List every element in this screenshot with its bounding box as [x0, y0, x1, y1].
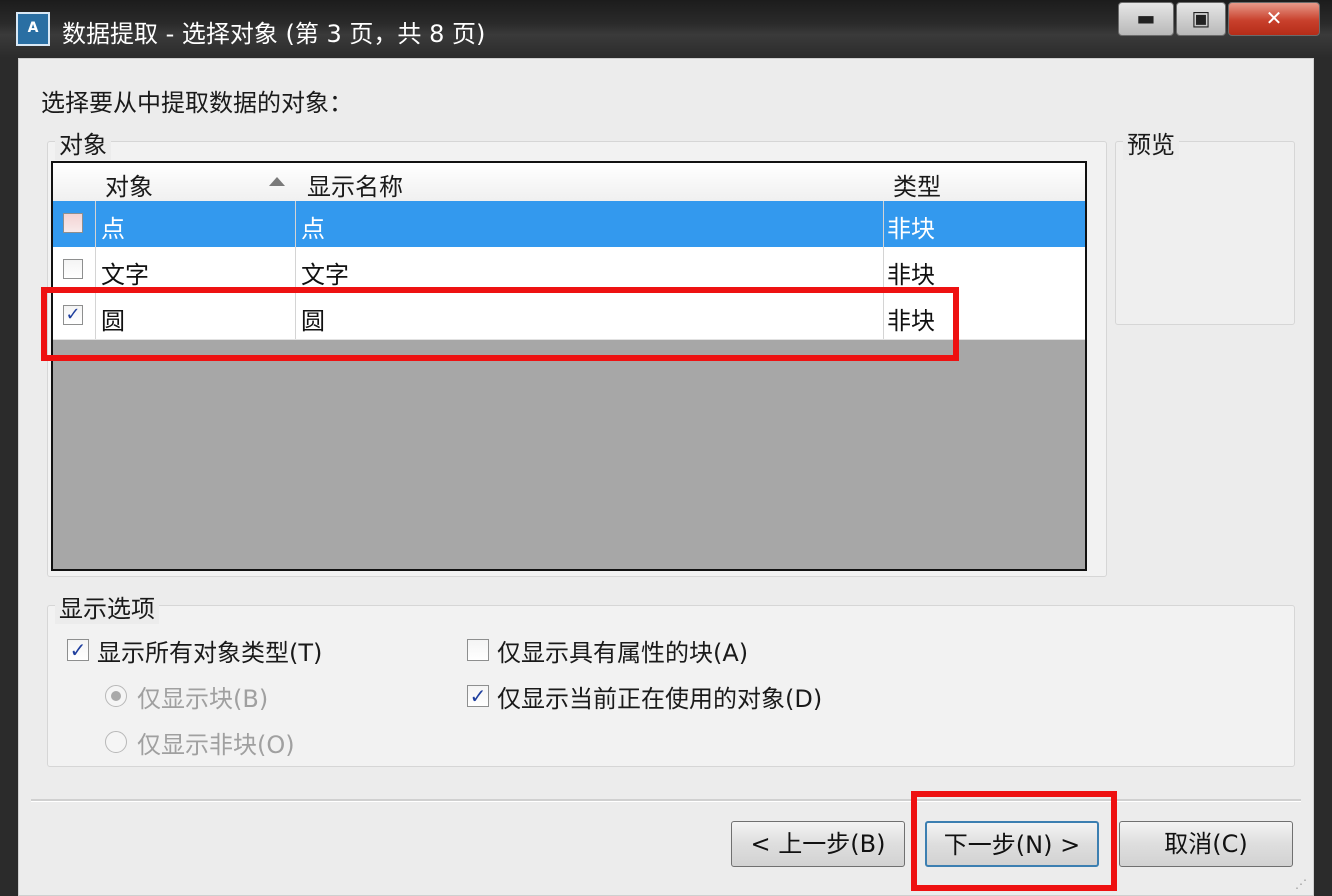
column-divider: [295, 247, 296, 293]
display-options-title: 显示选项: [55, 589, 159, 624]
only-in-use-checkbox[interactable]: ✓: [467, 685, 489, 707]
table-row[interactable]: 文字 文字 非块: [53, 247, 1085, 294]
only-blocks-with-attrs-label[interactable]: 仅显示具有属性的块(A): [497, 633, 748, 668]
row-type: 非块: [887, 307, 935, 335]
column-divider: [95, 293, 96, 339]
row-object: 圆: [101, 307, 125, 335]
minimize-button[interactable]: ▬: [1118, 2, 1174, 36]
sort-ascending-icon: [269, 177, 285, 186]
table-row[interactable]: ✓ 圆 圆 非块: [53, 293, 1085, 340]
row-checkbox[interactable]: [63, 213, 83, 233]
show-all-types-checkbox[interactable]: ✓: [67, 639, 89, 661]
preview-group-title: 预览: [1123, 125, 1179, 160]
show-all-types-label[interactable]: 显示所有对象类型(T): [97, 633, 322, 668]
column-divider: [95, 247, 96, 293]
column-divider: [883, 247, 884, 293]
autocad-icon[interactable]: A: [16, 12, 50, 46]
instruction-label: 选择要从中提取数据的对象：: [41, 89, 353, 117]
footer-separator: [31, 799, 1301, 802]
title-bar: A 数据提取 - 选择对象 (第 3 页，共 8 页) ▬ ▣ ✕: [0, 0, 1332, 58]
column-divider: [883, 201, 884, 247]
close-button[interactable]: ✕: [1228, 2, 1320, 36]
only-in-use-label[interactable]: 仅显示当前正在使用的对象(D): [497, 679, 822, 714]
next-button[interactable]: 下一步(N) >: [925, 821, 1099, 867]
only-blocks-label: 仅显示块(B): [137, 685, 269, 713]
dialog-client-area: 选择要从中提取数据的对象： 对象 对象 显示名称 类型 点 点 非块 文字 文字: [18, 58, 1314, 896]
window-title: 数据提取 - 选择对象 (第 3 页，共 8 页): [62, 20, 486, 48]
table-row[interactable]: 点 点 非块: [53, 201, 1085, 248]
list-header: 对象 显示名称 类型: [53, 163, 1085, 202]
row-object: 点: [101, 215, 125, 243]
column-header-type[interactable]: 类型: [893, 167, 941, 202]
column-divider: [295, 293, 296, 339]
column-header-object[interactable]: 对象: [105, 167, 153, 202]
column-divider: [95, 201, 96, 247]
only-blocks-radio[interactable]: [105, 685, 127, 707]
objects-group-title: 对象: [55, 125, 111, 160]
objects-list[interactable]: 对象 显示名称 类型 点 点 非块 文字 文字 非块 ✓ 圆 圆 非块: [51, 161, 1087, 571]
row-display-name: 点: [301, 215, 325, 243]
window-border-left: [0, 58, 18, 896]
row-object: 文字: [101, 261, 149, 289]
column-header-display-name[interactable]: 显示名称: [307, 167, 403, 202]
row-type: 非块: [887, 215, 935, 243]
row-type: 非块: [887, 261, 935, 289]
only-blocks-with-attrs-checkbox[interactable]: [467, 639, 489, 661]
column-divider: [295, 201, 296, 247]
window-border-right: [1314, 58, 1332, 896]
resize-grip-icon[interactable]: ⋰: [1295, 877, 1307, 891]
row-display-name: 圆: [301, 307, 325, 335]
only-non-blocks-label: 仅显示非块(O): [137, 731, 295, 759]
preview-area: [1115, 141, 1295, 325]
row-checkbox[interactable]: [63, 259, 83, 279]
only-non-blocks-radio[interactable]: [105, 731, 127, 753]
row-checkbox[interactable]: ✓: [63, 305, 83, 325]
column-divider: [883, 293, 884, 339]
maximize-button[interactable]: ▣: [1176, 2, 1226, 36]
back-button[interactable]: < 上一步(B): [731, 821, 905, 867]
row-display-name: 文字: [301, 261, 349, 289]
cancel-button[interactable]: 取消(C): [1119, 821, 1293, 867]
